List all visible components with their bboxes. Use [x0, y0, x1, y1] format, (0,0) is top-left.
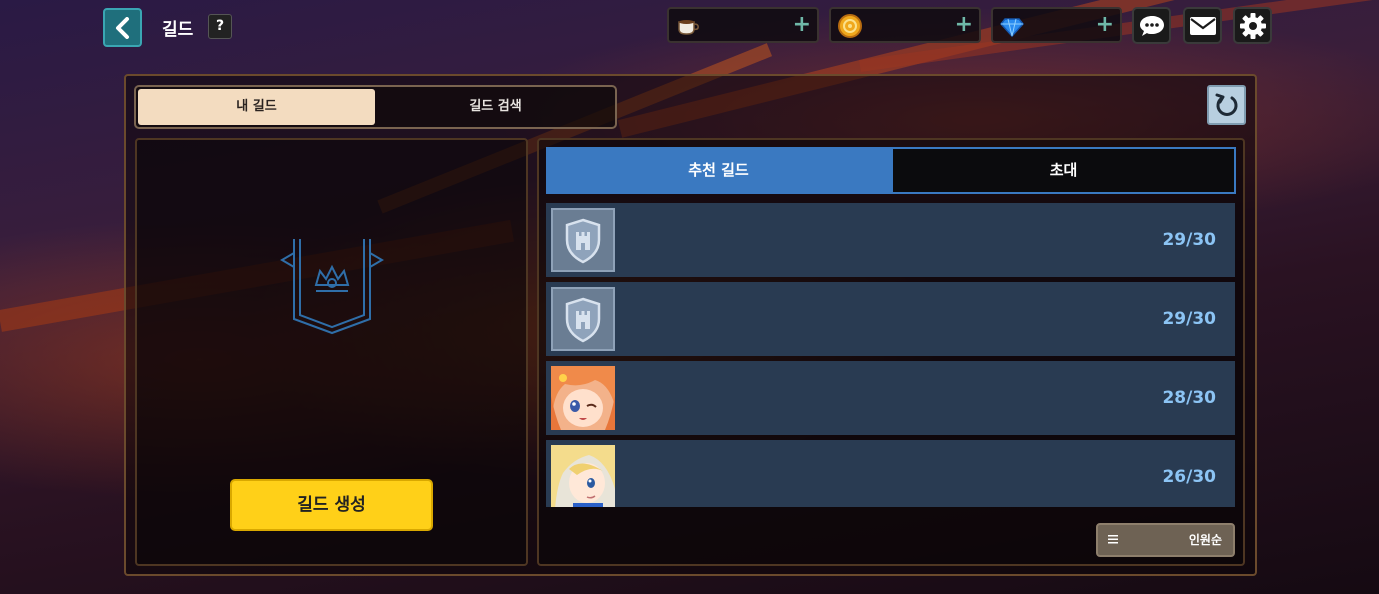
guild-tab-bar: 내 길드 길드 검색	[134, 85, 617, 129]
guild-member-count: 28/30	[1162, 388, 1216, 408]
tab-recommended-guilds[interactable]: 추천 길드	[546, 147, 891, 194]
back-button[interactable]	[103, 8, 142, 47]
refresh-button[interactable]	[1207, 85, 1246, 125]
sort-label: 인원순	[1188, 533, 1222, 547]
guild-member-count: 26/30	[1162, 467, 1216, 487]
blue-gem-icon	[1000, 18, 1024, 38]
list-lines-icon	[1108, 535, 1118, 544]
currency-gold: +	[829, 7, 981, 43]
chat-button[interactable]	[1132, 7, 1171, 44]
guild-row[interactable]: 29/30	[546, 203, 1235, 277]
guild-list[interactable]: 29/30 29/30 28/30 26/30	[546, 203, 1236, 507]
guild-row[interactable]: 28/30	[546, 361, 1235, 435]
guild-row[interactable]: 26/30	[546, 440, 1235, 507]
sort-dropdown[interactable]: 인원순	[1096, 523, 1235, 557]
tab-guild-search[interactable]: 길드 검색	[377, 89, 614, 125]
chat-icon	[1139, 15, 1164, 36]
tab-my-guild[interactable]: 내 길드	[138, 89, 375, 125]
orange-hair-character-portrait	[551, 366, 615, 430]
settings-button[interactable]	[1233, 7, 1272, 44]
settings-gear-icon	[1239, 12, 1266, 39]
guild-row[interactable]: 29/30	[546, 282, 1235, 356]
guild-banner-crown-icon	[280, 239, 384, 335]
blonde-hair-character-portrait	[551, 445, 615, 507]
guild-member-count: 29/30	[1162, 309, 1216, 329]
gold-coin-icon	[838, 14, 862, 38]
currency-coffee: +	[667, 7, 819, 43]
refresh-icon	[1215, 93, 1237, 116]
mail-icon	[1189, 16, 1216, 35]
coffee-cup-icon	[678, 20, 699, 35]
guild-member-count: 29/30	[1162, 230, 1216, 250]
help-button[interactable]: ?	[208, 14, 232, 39]
chevron-left-icon	[115, 16, 129, 39]
create-guild-button[interactable]: 길드 생성	[230, 479, 433, 531]
tab-invitations[interactable]: 초대	[891, 147, 1236, 194]
castle-shield-icon	[551, 208, 615, 272]
page-title: 길드	[162, 20, 194, 40]
add-gem-button[interactable]: +	[1096, 12, 1114, 38]
guild-subtab-bar: 추천 길드 초대	[546, 147, 1236, 194]
castle-shield-icon	[551, 287, 615, 351]
mail-button[interactable]	[1183, 7, 1222, 44]
add-gold-button[interactable]: +	[955, 12, 973, 38]
add-coffee-button[interactable]: +	[793, 12, 811, 38]
currency-gem: +	[991, 7, 1122, 43]
